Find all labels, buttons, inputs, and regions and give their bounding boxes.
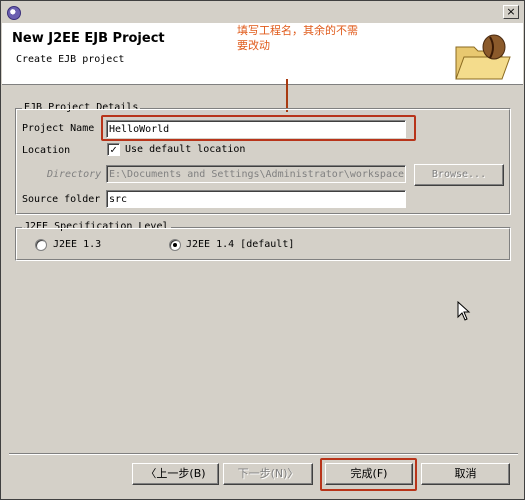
page-title: New J2EE EJB Project [12,31,165,46]
spec-level-legend: J2EE Specification Level [22,221,171,232]
close-icon[interactable]: × [503,5,519,19]
title-bar[interactable]: × [2,2,523,23]
browse-button[interactable]: Browse... [414,164,504,186]
j2ee-13-radio[interactable] [35,239,47,251]
j2ee-14-radio[interactable] [169,239,181,251]
page-description: Create EJB project [16,54,125,65]
source-folder-field[interactable]: src [106,190,406,208]
radio-selected-dot [173,243,177,247]
use-default-location-label: Use default location [125,144,246,155]
use-default-location-checkbox[interactable]: ✓ [107,143,120,156]
footer-separator [9,453,518,455]
project-details-legend: EJB Project Details [22,102,141,113]
dialog-window: × New J2EE EJB Project Create EJB projec… [0,0,525,500]
project-name-highlight [101,115,416,141]
mouse-cursor-icon [457,301,471,321]
annotation-note: 填写工程名，其余的不需要改动 [237,24,358,52]
app-icon [7,6,21,20]
next-button[interactable]: 下一步(N)〉 [223,463,313,485]
wizard-banner-icon [455,34,511,80]
j2ee-13-label: J2EE 1.3 [53,239,102,250]
project-name-label: Project Name [22,123,95,134]
directory-label: Directory [47,169,102,180]
j2ee-14-label: J2EE 1.4 [default] [186,239,295,250]
checkmark-icon: ✓ [110,143,117,156]
finish-highlight [320,458,417,491]
location-label: Location [22,145,71,156]
back-button[interactable]: 〈上一步(B) [132,463,219,485]
source-folder-label: Source folder [22,194,101,205]
directory-field[interactable]: E:\Documents and Settings\Administrator\… [106,165,406,183]
cancel-button[interactable]: 取消 [421,463,510,485]
